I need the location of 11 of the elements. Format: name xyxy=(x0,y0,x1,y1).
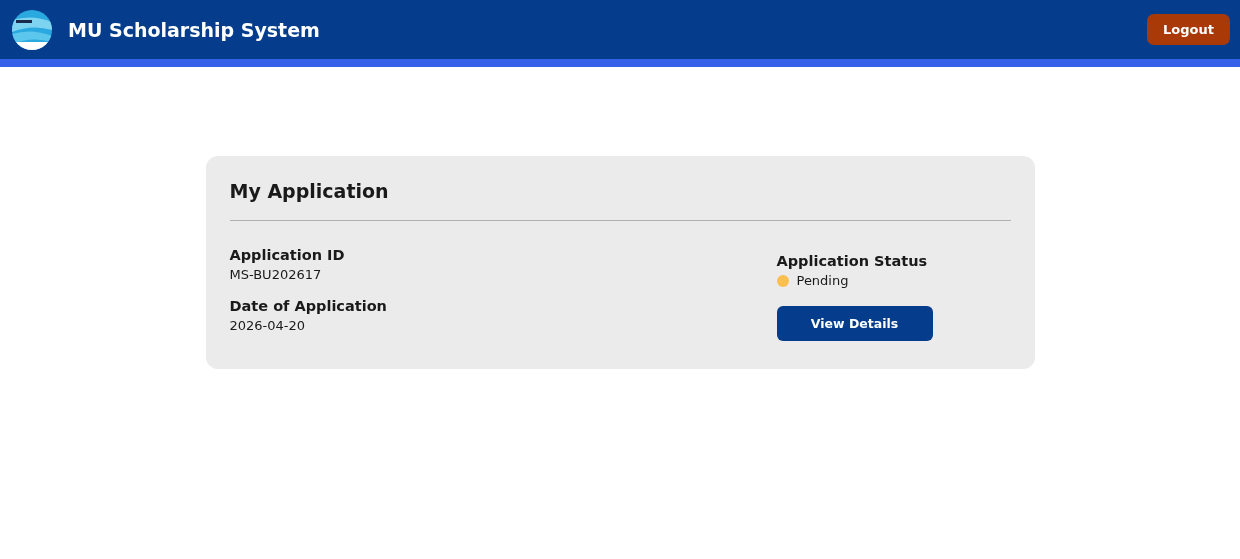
status-value: Pending xyxy=(796,273,849,288)
field-label: Application ID xyxy=(229,247,346,263)
card-title: My Application xyxy=(229,180,390,202)
logout-button[interactable]: Logout xyxy=(1147,14,1230,45)
view-details-button[interactable]: View Details xyxy=(776,306,933,341)
logo-icon xyxy=(12,9,52,50)
app-title: MU Scholarship System xyxy=(68,18,320,41)
field-label: Date of Application xyxy=(229,298,387,314)
status-label: Application Status xyxy=(776,253,929,269)
field-value: 2026-04-20 xyxy=(229,318,307,333)
field-value: MS-BU202617 xyxy=(229,267,323,282)
